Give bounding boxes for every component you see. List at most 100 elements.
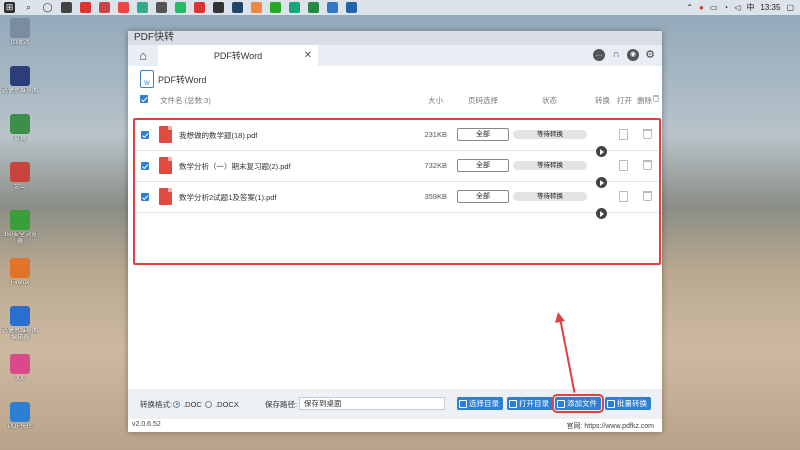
app-window: PDF快转 ⌂ PDF转Word ✕ … ∩ ◉ ⚙ W PDF转Word 文件…	[128, 31, 662, 432]
delete-all-icon[interactable]	[653, 95, 659, 102]
desktop-icon[interactable]: 金山	[0, 162, 40, 210]
taskbar-app-icon[interactable]	[156, 2, 167, 13]
open-file-icon[interactable]	[619, 129, 628, 140]
desktop-icon[interactable]: 草稿	[0, 114, 40, 162]
folder-open-icon	[509, 399, 517, 408]
desktop-icon[interactable]: 迅捷思维导图	[0, 66, 40, 114]
close-icon[interactable]: ✕	[304, 50, 312, 61]
add-file-button[interactable]: 添加文件	[552, 394, 604, 413]
chat-icon[interactable]: …	[593, 49, 605, 61]
chevron-up-icon[interactable]: ⌃	[686, 3, 693, 12]
status-badge: 等待转换	[513, 130, 587, 139]
open-file-icon[interactable]	[619, 191, 628, 202]
taskbar-app-icon[interactable]	[80, 2, 91, 13]
file-checkbox[interactable]	[141, 162, 149, 170]
radio-docx[interactable]	[205, 400, 212, 408]
volume-icon[interactable]: ◁	[734, 3, 740, 12]
delete-icon[interactable]	[643, 160, 652, 170]
website-link[interactable]: 官网: https://www.pdfkz.com	[566, 421, 654, 431]
file-row[interactable]: 数学分析（一）期末复习题(2).pdf 732KB 全部 等待转换	[135, 151, 659, 188]
version-text: v2.0.6.52	[132, 421, 161, 428]
desktop-icon[interactable]: Firefox	[0, 258, 40, 306]
network-icon[interactable]: ◔	[723, 3, 728, 12]
select-all-checkbox[interactable]	[140, 95, 148, 103]
delete-icon[interactable]	[643, 129, 652, 139]
taskbar-app-icon[interactable]	[61, 2, 72, 13]
page-select-button[interactable]: 全部	[457, 128, 509, 141]
file-list: 我想做的数学题(18).pdf 231KB 全部 等待转换 数学分析（一）期末复习题(2…	[133, 118, 661, 265]
radio-doc[interactable]	[173, 400, 180, 408]
tab-bar: ⌂ PDF转Word ✕ … ∩ ◉ ⚙	[128, 45, 662, 66]
column-name: 文件名 (总数:3)	[160, 96, 211, 105]
desktop-icon-label: 迅捷思维导图编辑器	[1, 328, 38, 341]
annotation-arrowhead	[553, 311, 565, 323]
taskbar-app-icon[interactable]	[213, 2, 224, 13]
kingsoft-icon	[10, 162, 30, 182]
format-docx-option[interactable]: .DOCX	[205, 398, 239, 410]
taskbar-app-icon[interactable]	[251, 2, 262, 13]
file-name: 数学分析2试题1及答案(1).pdf	[179, 193, 277, 202]
column-size: 大小	[428, 96, 443, 105]
column-delete: 删除	[637, 96, 652, 105]
task-view-icon[interactable]: ◯	[42, 2, 53, 13]
taskbar-app-icon[interactable]	[175, 2, 186, 13]
tray-icon[interactable]: ▭	[710, 3, 718, 12]
choose-dir-button[interactable]: 选择目录	[457, 397, 503, 410]
desktop-icon-label: 360安全浏览器	[2, 232, 37, 245]
wechat-icon[interactable]	[270, 2, 281, 13]
file-name: 数学分析（一）期末复习题(2).pdf	[179, 162, 291, 171]
start-icon[interactable]: ⊞	[4, 2, 15, 13]
delete-icon[interactable]	[643, 191, 652, 201]
desktop-icon[interactable]: 回收站	[0, 18, 40, 66]
open-file-icon[interactable]	[619, 160, 628, 171]
recycle-bin-icon	[10, 18, 30, 38]
desktop-icon-label: PDF快转	[7, 424, 32, 430]
clock[interactable]: 13:35	[760, 3, 780, 12]
status-badge: 等待转换	[513, 161, 587, 170]
ime-indicator[interactable]: 中	[746, 2, 754, 13]
taskbar-app-icon[interactable]	[118, 2, 129, 13]
pdf-converter-taskbar-icon[interactable]	[346, 2, 357, 13]
taskbar-app-icon[interactable]	[327, 2, 338, 13]
pdf-file-icon	[159, 188, 172, 205]
taskbar-app-icon[interactable]	[99, 2, 110, 13]
status-bar: v2.0.6.52 官网: https://www.pdfkz.com	[128, 419, 662, 432]
notification-icon[interactable]: ▢	[786, 3, 794, 12]
desktop-icon[interactable]: 360安全浏览器	[0, 210, 40, 258]
home-icon[interactable]: ⌂	[128, 45, 158, 66]
batch-convert-button[interactable]: 批量转换	[605, 397, 651, 410]
file-checkbox[interactable]	[141, 193, 149, 201]
tab-label: PDF转Word	[213, 51, 263, 61]
desktop-icon[interactable]: 迅捷思维导图编辑器	[0, 306, 40, 354]
format-label: 转换格式:	[140, 400, 173, 409]
search-icon[interactable]: ⌕	[23, 2, 34, 13]
desktop-icon[interactable]: PDF快转	[0, 402, 40, 450]
page-select-button[interactable]: 全部	[457, 159, 509, 172]
page-select-button[interactable]: 全部	[457, 190, 509, 203]
gear-icon[interactable]: ⚙	[644, 49, 656, 61]
taskbar-app-icon[interactable]	[232, 2, 243, 13]
taskbar-app-icon[interactable]	[194, 2, 205, 13]
draft-app-icon	[10, 114, 30, 134]
column-pages: 页码选择	[468, 96, 498, 105]
tab-pdf-to-word[interactable]: PDF转Word ✕	[158, 45, 318, 66]
taskbar-app-icon[interactable]	[308, 2, 319, 13]
format-doc-option[interactable]: .DOC	[173, 398, 202, 410]
taskbar-app-icon[interactable]	[289, 2, 300, 13]
user-icon[interactable]: ◉	[627, 49, 639, 61]
desktop-icon[interactable]: XX	[0, 354, 40, 402]
firefox-icon	[10, 258, 30, 278]
path-label: 保存路径:	[265, 400, 298, 409]
browser-icon[interactable]	[137, 2, 148, 13]
tray-icon[interactable]: ●	[699, 3, 704, 12]
file-size: 359KB	[424, 192, 447, 201]
file-row[interactable]: 数学分析2试题1及答案(1).pdf 359KB 全部 等待转换	[135, 182, 659, 219]
page-header: W PDF转Word	[128, 66, 662, 92]
column-status: 状态	[542, 96, 557, 105]
file-checkbox[interactable]	[141, 131, 149, 139]
headset-icon[interactable]: ∩	[610, 49, 622, 61]
open-dir-button[interactable]: 打开目录	[507, 397, 553, 410]
save-path-field[interactable]: 保存到桌面	[299, 397, 445, 410]
convert-play-icon[interactable]	[596, 208, 607, 219]
file-row[interactable]: 我想做的数学题(18).pdf 231KB 全部 等待转换	[135, 120, 659, 157]
